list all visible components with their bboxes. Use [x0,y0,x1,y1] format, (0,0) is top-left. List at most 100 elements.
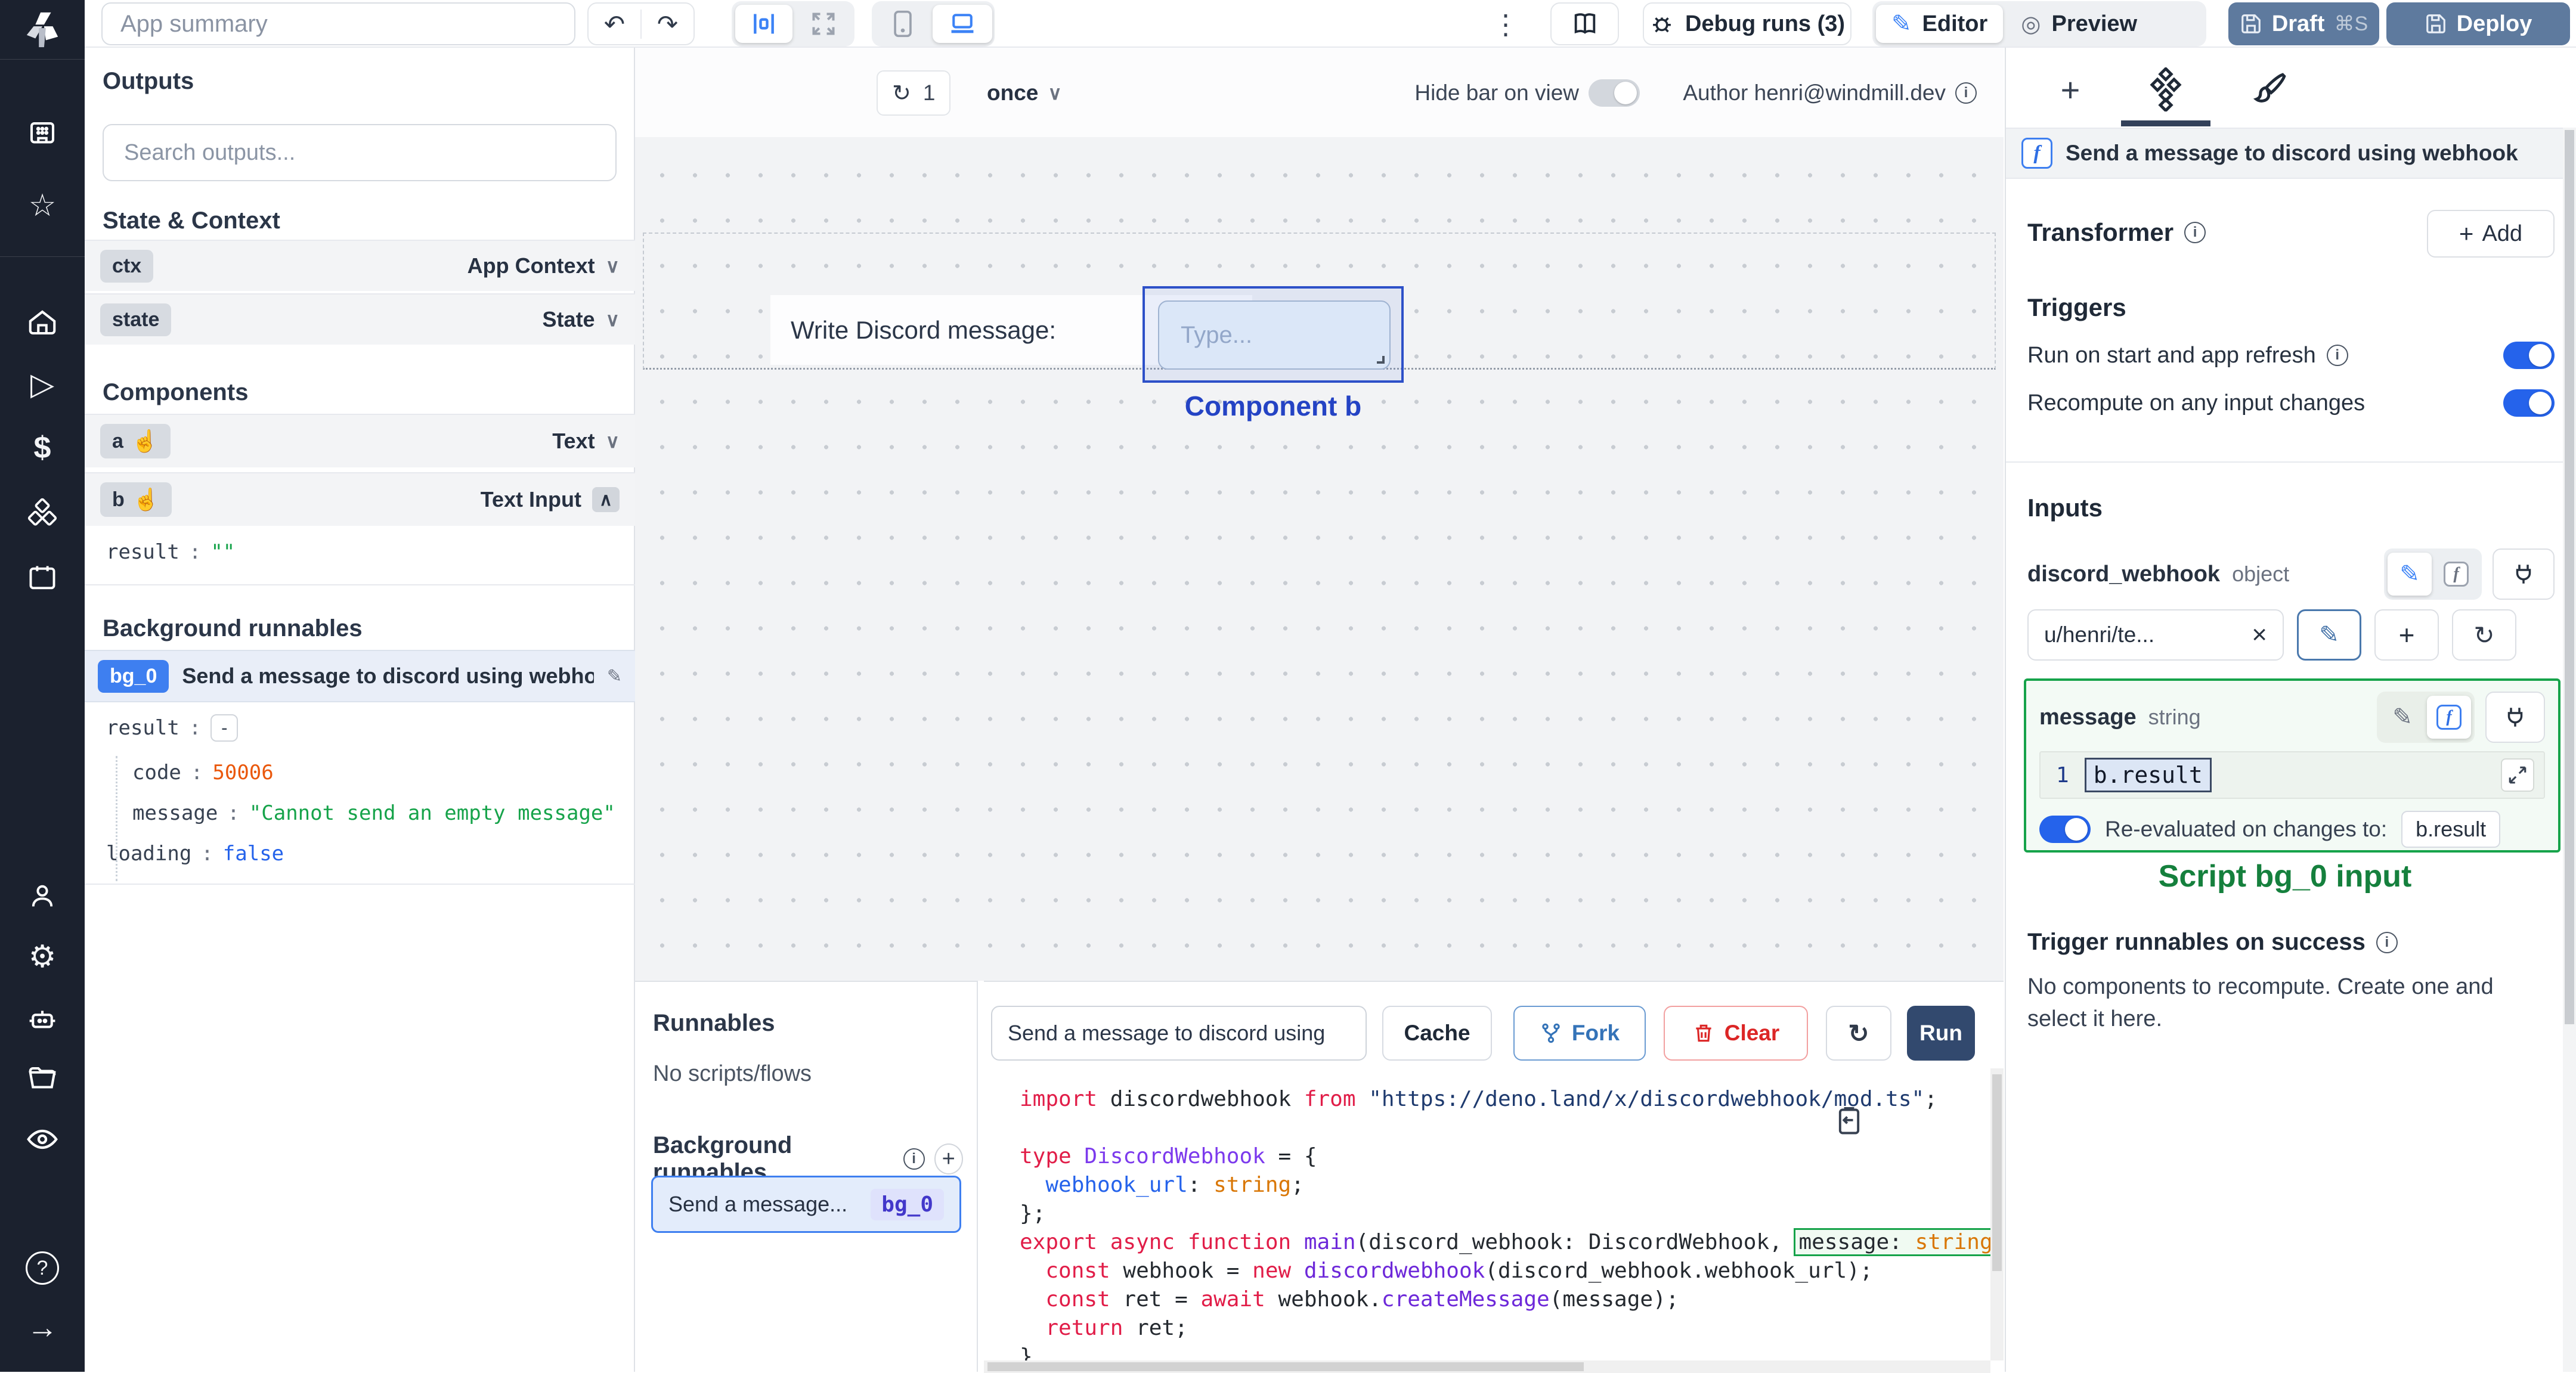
home-icon[interactable] [0,296,85,349]
chevron-down-icon[interactable]: ∨ [606,308,620,331]
state-row[interactable]: state State ∨ [85,293,635,345]
cache-button[interactable]: Cache [1382,1006,1492,1061]
code-horizontal-scrollbar[interactable] [984,1360,1990,1373]
connect-plug-button[interactable] [2493,548,2555,600]
workspace-building-icon[interactable] [0,107,85,161]
insert-component-plus-tab[interactable]: + [2045,64,2095,114]
edit-pencil-icon[interactable]: ✎ [607,666,622,687]
app-summary-input[interactable]: App summary [101,2,575,45]
preview-tab[interactable]: ◎ Preview [2005,5,2153,43]
edit-resource-button[interactable]: ✎ [2297,609,2361,661]
audit-eye-icon[interactable] [0,1112,85,1166]
add-resource-button[interactable]: + [2374,609,2439,661]
info-icon[interactable]: i [2376,931,2398,953]
help-question-icon[interactable]: ? [0,1241,85,1295]
chevron-up-icon[interactable]: ∧ [592,487,620,512]
save-icon [2426,14,2445,33]
fork-button[interactable]: Fork [1513,1006,1646,1061]
static-pencil-mode[interactable]: ✎ [2380,696,2425,739]
settings-gear-icon[interactable]: ⚙ [0,930,85,984]
bg0-runnable-item[interactable]: Send a message... bg_0 [651,1176,961,1233]
runs-play-icon[interactable]: ▷ [0,358,85,411]
info-icon[interactable]: i [2184,222,2206,243]
component-b-row[interactable]: b ☝ Text Input ∧ [85,472,635,526]
app-canvas-region: ↻ 1 once ∨ Hide bar on view Author henri@… [635,48,2004,1054]
refresh-code-button[interactable]: ↻ [1826,1006,1891,1061]
app-sidebar: ☆ ▷ $ ⚙ ? → [0,0,85,1372]
user-person-icon[interactable] [0,869,85,923]
add-transformer-button[interactable]: + Add [2427,210,2555,258]
message-expression-editor[interactable]: 1 b.result [2039,751,2545,799]
mobile-icon[interactable] [875,5,930,43]
windmill-logo-icon[interactable] [0,0,85,60]
discord-webhook-name: discord_webhook [2027,561,2221,587]
center-align-icon[interactable] [735,5,792,43]
kebab-menu-icon[interactable]: ⋮ [1492,8,1519,41]
redo-icon[interactable]: ↷ [642,10,693,39]
panel-scrollbar[interactable] [2563,128,2576,1372]
hide-bar-toggle[interactable] [1589,79,1640,107]
docs-book-button[interactable] [1550,2,1619,45]
recompute-mode-select[interactable]: once ∨ [987,70,1062,116]
debug-runs-button[interactable]: Debug runs (3) [1643,2,1852,45]
folders-icon[interactable] [0,1052,85,1106]
static-pencil-mode[interactable]: ✎ [2388,553,2432,596]
schedules-calendar-icon[interactable] [0,551,85,605]
clear-x-icon[interactable]: × [2252,620,2267,650]
eval-fx-mode[interactable]: f [2427,696,2471,739]
fullscreen-icon[interactable] [795,5,852,43]
runnable-name-input[interactable]: Send a message to discord using [991,1006,1367,1061]
eval-fx-mode[interactable]: f [2434,553,2478,596]
ctx-row[interactable]: ctx App Context ∨ [85,240,635,291]
variables-dollar-icon[interactable]: $ [0,421,85,475]
inputs-heading: Inputs [2027,494,2103,522]
bg0-row[interactable]: bg_0 Send a message to discord using web… [85,650,635,702]
copy-clipboard-icon[interactable] [1834,1104,1867,1141]
deploy-button[interactable]: Deploy [2386,2,2570,45]
refresh-count-box[interactable]: ↻ 1 [877,70,951,116]
editor-preview-group: ✎ Editor ◎ Preview [1872,1,2206,47]
workers-robot-icon[interactable] [0,992,85,1046]
info-icon[interactable]: i [2326,345,2348,366]
chevron-down-icon[interactable]: ∨ [606,255,620,277]
info-icon[interactable]: i [903,1148,925,1170]
canvas-grid[interactable]: Write Discord message: Type... Component… [635,137,2004,1054]
editor-tab[interactable]: ✎ Editor [1876,5,2004,43]
resource-path-input[interactable]: u/henri/te... × [2027,609,2284,661]
info-icon[interactable]: i [1955,82,1977,104]
reeval-toggle[interactable] [2039,816,2091,843]
component-settings-diamonds-tab[interactable] [2141,64,2191,114]
refresh-resource-button[interactable]: ↻ [2452,609,2516,661]
styling-brush-tab[interactable] [2244,64,2295,114]
add-runnable-button[interactable]: + [934,1143,963,1174]
connect-plug-button[interactable] [2485,692,2545,743]
resources-cubes-icon[interactable] [0,486,85,540]
sidebar-divider [0,256,85,257]
component-a-row[interactable]: a ☝ Text ∨ [85,414,635,467]
recompute-toggle[interactable] [2503,389,2555,417]
run-on-start-toggle[interactable] [2503,342,2555,369]
draft-button[interactable]: Draft ⌘S [2228,2,2379,45]
code-row: code: 50006 [132,761,274,785]
search-placeholder: Search outputs... [124,140,296,165]
resize-handle[interactable] [1377,356,1385,364]
collapse-sidebar-arrow-icon[interactable]: → [0,1301,85,1355]
run-button[interactable]: Run [1907,1006,1975,1061]
clear-button[interactable]: Clear [1664,1006,1808,1061]
expand-editor-icon[interactable] [2501,758,2534,792]
divider [85,884,635,885]
selected-component-overlay[interactable]: Type... [1143,286,1404,383]
code-vertical-scrollbar[interactable] [1990,1068,2004,1360]
expression-token[interactable]: b.result [2084,758,2212,792]
chevron-down-icon[interactable]: ∨ [606,430,620,452]
desktop-icon[interactable] [933,5,992,43]
search-outputs-input[interactable]: Search outputs... [103,124,617,181]
recompute-label: Recompute on any input changes [2027,390,2366,416]
undo-icon[interactable]: ↶ [589,9,642,39]
collapse-toggle[interactable]: - [210,714,239,742]
outputs-title: Outputs [103,68,194,94]
reeval-badge[interactable]: b.result [2401,811,2501,848]
favorites-star-icon[interactable]: ☆ [0,179,85,233]
message-row: message: "Cannot send an empty message" [132,801,615,825]
text-input-component-b[interactable]: Type... [1158,300,1391,370]
